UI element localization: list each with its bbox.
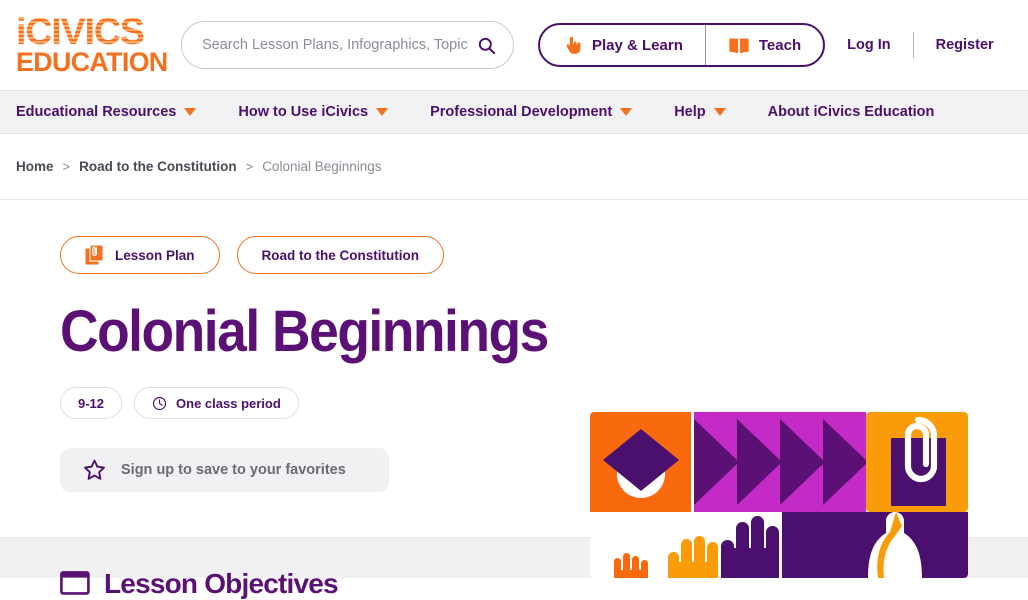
breadcrumb-separator: > — [245, 159, 254, 174]
site-logo[interactable]: iCIVICS EDUCATION — [16, 13, 168, 77]
chevron-down-icon — [376, 108, 389, 116]
nav-label: Professional Development — [430, 104, 613, 120]
tag-label: Road to the Constitution — [261, 247, 420, 263]
nav-item-professional-development[interactable]: Professional Development — [430, 104, 633, 120]
breadcrumb-item-current: Colonial Beginnings — [262, 159, 382, 174]
search-bar[interactable] — [181, 21, 514, 69]
tag-road-to-the-constitution[interactable]: Road to the Constitution — [236, 236, 445, 274]
clipboard-paperclip-icon — [85, 244, 104, 265]
search-submit-button[interactable] — [473, 32, 499, 58]
star-outline-icon — [84, 459, 105, 480]
play-and-learn-button[interactable]: Play & Learn — [540, 25, 705, 65]
teach-button[interactable]: Teach — [706, 25, 823, 65]
grade-level-label: 9-12 — [78, 395, 105, 411]
teach-label: Teach — [758, 36, 802, 54]
chevron-down-icon — [620, 108, 633, 116]
login-link[interactable]: Log In — [825, 37, 913, 53]
play-and-learn-label: Play & Learn — [592, 36, 683, 54]
tag-lesson-plan[interactable]: Lesson Plan — [60, 236, 220, 274]
duration-pill: One class period — [134, 387, 299, 420]
lesson-objectives-heading: Lesson Objectives — [60, 568, 339, 600]
site-header: iCIVICS EDUCATION Play & Learn Teach — [0, 0, 1028, 90]
nav-label: About iCivics Education — [767, 104, 935, 120]
grade-level-pill: 9-12 — [60, 387, 123, 420]
play-teach-group: Play & Learn Teach — [538, 23, 826, 67]
nav-label: Help — [674, 104, 706, 120]
table-icon — [60, 571, 90, 595]
nav-label: Educational Resources — [16, 104, 177, 120]
nav-label: How to Use iCivics — [238, 104, 369, 120]
road-to-constitution-illustration — [590, 412, 968, 578]
paperclip-document-panel — [866, 412, 968, 512]
hand-click-icon — [566, 36, 581, 54]
hero-banner-graphic — [590, 412, 968, 578]
auth-links: Log In Register — [825, 32, 1022, 58]
save-to-favorites-label: Sign up to save to your favorites — [121, 462, 346, 479]
lesson-objectives-title: Lesson Objectives — [104, 568, 339, 599]
lesson-meta: 9-12 One class period — [60, 387, 560, 420]
chevron-down-icon — [184, 108, 197, 116]
resource-tags: Lesson Plan Road to the Constitution — [60, 236, 560, 274]
nav-item-how-to-use-icivics[interactable]: How to Use iCivics — [238, 104, 389, 120]
graduation-cap-panel — [590, 412, 691, 512]
breadcrumb-separator: > — [62, 159, 71, 174]
hero-content: Lesson Plan Road to the Constitution Col… — [0, 200, 560, 493]
search-icon — [478, 37, 495, 54]
breadcrumb-item-road-to-the-constitution[interactable]: Road to the Constitution — [79, 159, 236, 174]
nav-item-educational-resources[interactable]: Educational Resources — [16, 104, 197, 120]
save-to-favorites-button[interactable]: Sign up to save to your favorites — [60, 448, 389, 493]
tag-label: Lesson Plan — [115, 247, 195, 263]
page-title: Colonial Beginnings — [60, 299, 549, 364]
main-navigation: Educational Resources How to Use iCivics… — [0, 90, 1028, 134]
breadcrumb: Home > Road to the Constitution > Coloni… — [0, 134, 1028, 200]
nav-item-help[interactable]: Help — [674, 104, 726, 120]
register-link[interactable]: Register — [914, 37, 1016, 53]
capitol-dome-panel — [782, 512, 968, 578]
breadcrumb-item-home[interactable]: Home — [16, 159, 54, 174]
clock-icon — [152, 396, 167, 410]
search-input[interactable] — [202, 37, 473, 53]
duration-label: One class period — [176, 395, 281, 411]
chevron-arrows-panel — [694, 412, 868, 512]
open-book-icon — [729, 37, 749, 53]
raised-hands-panel — [590, 512, 784, 578]
chevron-down-icon — [713, 108, 726, 116]
logo-text-icivics: iCIVICS — [16, 13, 164, 50]
nav-item-about-icivics-education[interactable]: About iCivics Education — [768, 104, 935, 120]
logo-text-education: EDUCATION — [16, 46, 168, 77]
